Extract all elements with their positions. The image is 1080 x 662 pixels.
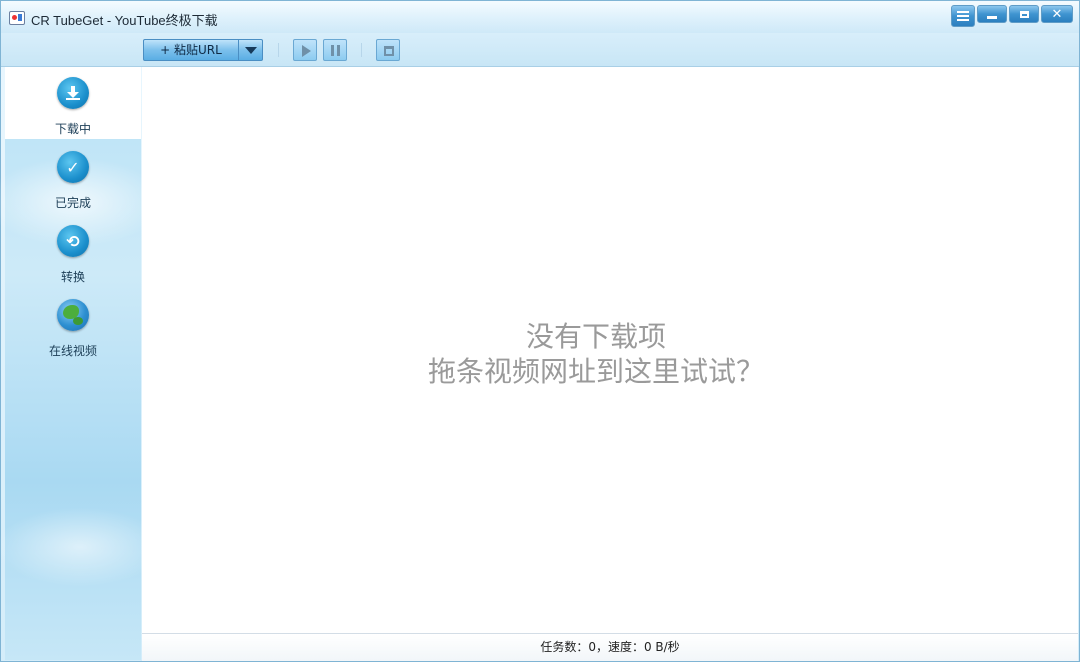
app-logo-icon [9,11,25,25]
sidebar-item-convert[interactable]: ⟲ 转换 [5,215,141,287]
app-window: CR TubeGet - YouTube终极下载 ✕ + 粘贴URL 下载中 ✓… [0,0,1080,662]
delete-button[interactable] [376,39,400,61]
trash-icon [384,46,394,56]
paste-url-button[interactable]: + 粘贴URL [143,39,239,61]
pause-icon [331,45,334,56]
sidebar-item-completed[interactable]: ✓ 已完成 [5,141,141,213]
minimize-icon [987,15,997,19]
download-icon [57,77,89,109]
toolbar-separator [361,43,362,57]
window-title: CR TubeGet - YouTube终极下载 [31,13,218,28]
sidebar-item-label: 下载中 [54,122,91,136]
pause-button[interactable] [323,39,347,61]
maximize-icon [1019,10,1029,18]
close-icon: ✕ [1051,6,1063,22]
title-bar[interactable]: CR TubeGet - YouTube终极下载 ✕ [1,1,1079,33]
toolbar-separator [278,43,279,57]
check-icon: ✓ [57,151,89,183]
convert-icon: ⟲ [57,225,89,257]
toolbar: + 粘贴URL [1,33,1079,67]
maximize-button[interactable] [1009,5,1039,23]
sidebar: 下载中 ✓ 已完成 ⟲ 转换 在线视频 [0,67,165,660]
sidebar-item-label: 在线视频 [48,344,97,358]
sidebar-item-online-video[interactable]: 在线视频 [5,289,141,361]
paste-url-dropdown[interactable] [239,39,263,61]
globe-icon [57,299,89,331]
main-menu-button[interactable] [951,5,975,27]
menu-icon [957,11,969,21]
sidebar-item-downloading[interactable]: 下载中 [5,67,141,139]
empty-state-title: 没有下载项 [525,320,666,353]
sidebar-item-label: 转换 [60,270,85,284]
sidebar-item-label: 已完成 [54,196,91,210]
close-button[interactable]: ✕ [1041,5,1073,23]
download-list-area[interactable]: 没有下载项 拖条视频网址到这里试试？ [142,67,1078,633]
start-button[interactable] [293,39,317,61]
play-icon [302,45,311,57]
empty-state-hint: 拖条视频网址到这里试试？ [427,355,764,388]
status-bar: 任务数：0，速度：0 B/秒 [142,633,1078,661]
minimize-button[interactable] [977,5,1007,23]
